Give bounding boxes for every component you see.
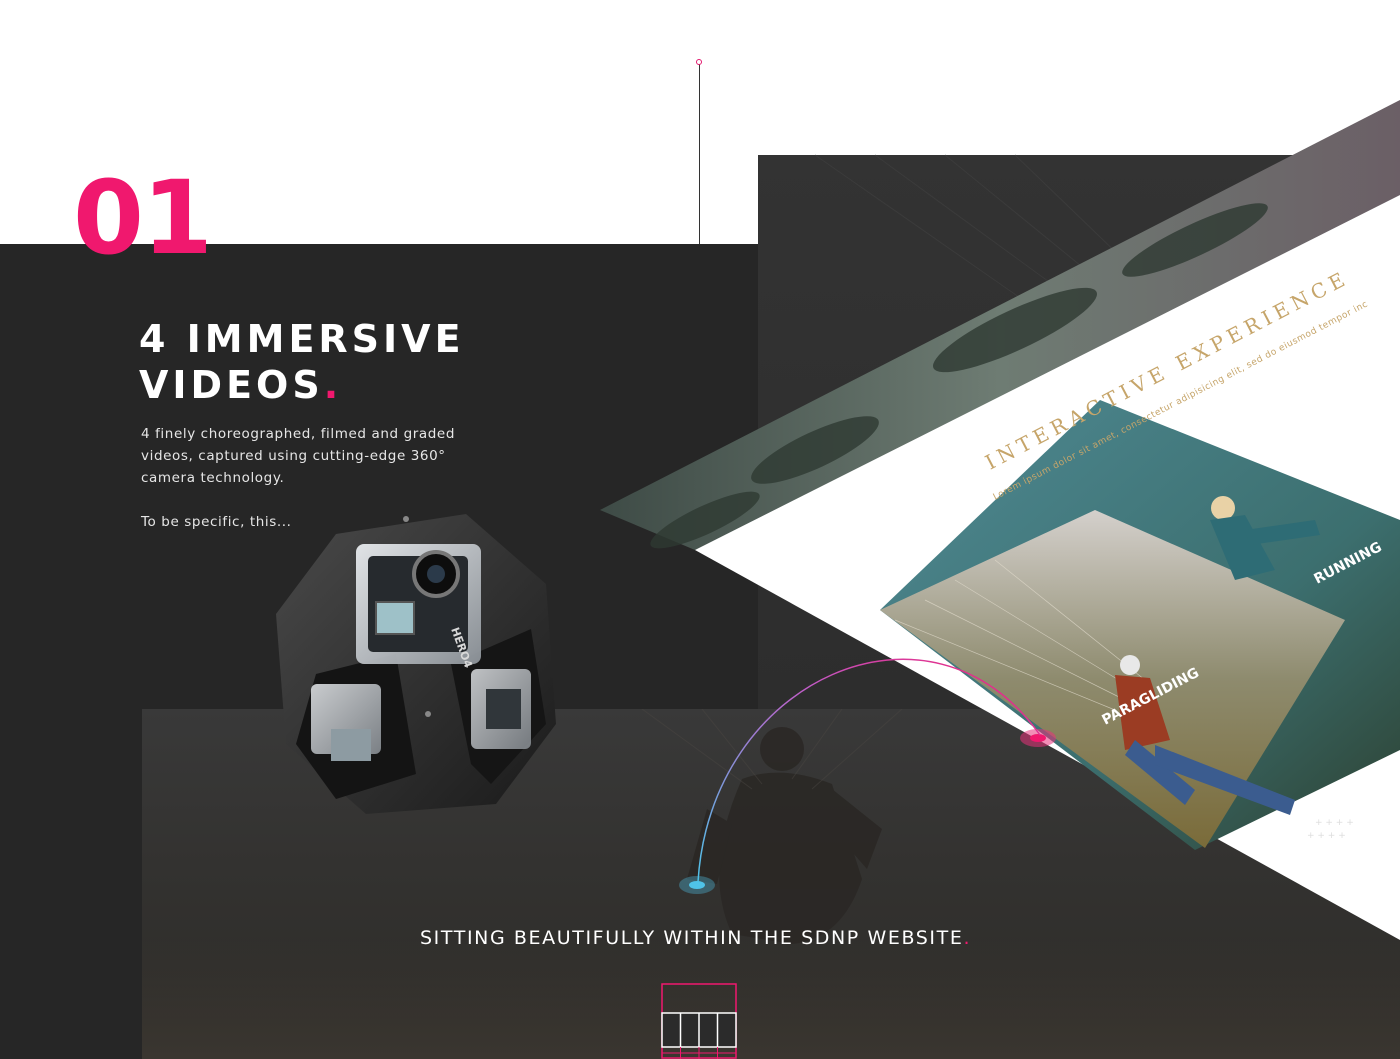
section-title: 4 IMMERSIVE VIDEOS. bbox=[139, 316, 559, 408]
connector-curve bbox=[679, 658, 1041, 894]
caption-text: SITTING BEAUTIFULLY WITHIN THE SDNP WEBS… bbox=[420, 927, 964, 949]
video-grid-icon bbox=[661, 983, 737, 1059]
guide-line-dot bbox=[696, 59, 702, 65]
bottom-caption: SITTING BEAUTIFULLY WITHIN THE SDNP WEBS… bbox=[420, 927, 971, 949]
svg-text:+ + + +: + + + + bbox=[1307, 831, 1346, 841]
title-line-1: 4 IMMERSIVE bbox=[139, 317, 465, 361]
caption-accent-dot: . bbox=[963, 927, 972, 949]
section-number: 01 bbox=[73, 159, 213, 278]
hillside-shade bbox=[142, 939, 1400, 1059]
svg-text:+ + + +: + + + + bbox=[1315, 818, 1354, 828]
360-camera-rig-icon: HERO4 bbox=[276, 514, 556, 814]
title-accent-dot: . bbox=[323, 363, 343, 407]
section-aside: To be specific, this... bbox=[141, 514, 292, 530]
section-description: 4 finely choreographed, filmed and grade… bbox=[141, 426, 456, 486]
title-line-2: VIDEOS bbox=[139, 363, 324, 407]
